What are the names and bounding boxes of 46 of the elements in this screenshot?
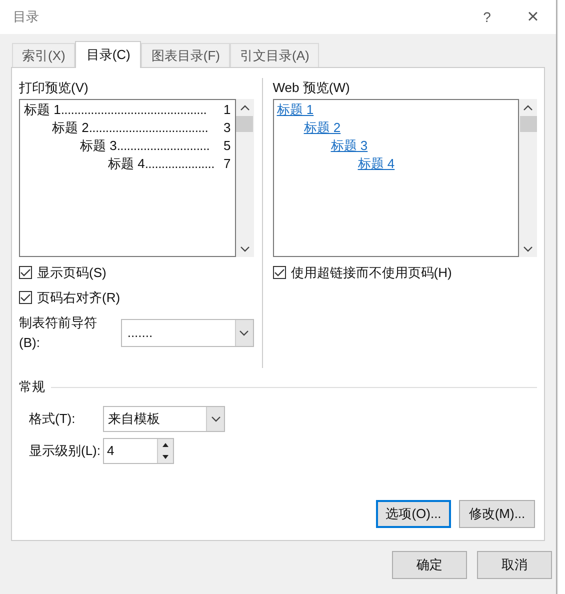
entry-text: 标题 4 — [108, 155, 145, 173]
tab[interactable]: 索引(X) — [12, 43, 76, 67]
leader-dots: .................................... — [88, 119, 210, 137]
tab[interactable]: 图表目录(F) — [141, 43, 230, 67]
window-title: 目录 — [13, 8, 39, 26]
level-spinner[interactable]: 4 — [103, 438, 174, 464]
tab[interactable]: 引文目录(A) — [230, 43, 320, 67]
page-number: 1 — [224, 101, 231, 119]
page-number: 3 — [224, 119, 231, 137]
format-dropdown[interactable]: 来自模板 — [103, 406, 225, 432]
leader-dots: ............................................ — [60, 101, 208, 119]
checkbox-label: 页码右对齐(R) — [37, 288, 120, 307]
checkbox[interactable] — [272, 266, 286, 279]
section-label: Web 预览(W) — [272, 79, 351, 97]
dialog-button[interactable]: 取消 — [477, 551, 552, 579]
section-label: 打印预览(V) — [19, 79, 90, 97]
dialog-button[interactable]: 选项(O)... — [376, 500, 451, 528]
checkbox-label: 使用超链接而不使用页码(H) — [290, 264, 452, 282]
heading-link[interactable]: 标题 2 — [304, 119, 341, 137]
scrollbar-thumb[interactable] — [520, 116, 537, 132]
scrollbar-thumb[interactable] — [236, 116, 254, 132]
field-label: 显示级别(L): — [29, 442, 102, 460]
entry-text: 标题 3 — [80, 137, 117, 155]
field-label: 制表符前导符(B): — [19, 314, 98, 352]
dialog-button[interactable]: 修改(M)... — [459, 500, 535, 528]
tab[interactable]: 目录(C) — [75, 41, 142, 68]
checkbox[interactable] — [19, 266, 32, 279]
checkbox[interactable] — [19, 291, 32, 304]
heading-link[interactable]: 标题 4 — [358, 155, 395, 173]
leader-dots: ............................ — [116, 137, 211, 155]
dialog-button[interactable]: 确定 — [392, 551, 467, 579]
leader-dropdown[interactable]: ....... — [121, 318, 254, 346]
close-button[interactable]: × — [510, 0, 556, 34]
heading-link[interactable]: 标题 1 — [276, 101, 314, 119]
entry-text: 标题 2 — [52, 119, 89, 137]
field-label: 格式(T): — [29, 410, 76, 428]
spin-down-icon[interactable] — [158, 451, 173, 463]
spin-up-icon[interactable] — [158, 439, 173, 451]
leader-dots: ..................... — [144, 155, 216, 173]
checkbox-label: 显示页码(S) — [37, 264, 106, 282]
page-number: 7 — [224, 155, 231, 173]
heading-link[interactable]: 标题 3 — [330, 137, 368, 155]
help-button[interactable]: ? — [464, 0, 510, 34]
page-number: 5 — [224, 137, 231, 155]
section-label: 常规 — [19, 378, 45, 396]
entry-text: 标题 1 — [24, 101, 61, 119]
